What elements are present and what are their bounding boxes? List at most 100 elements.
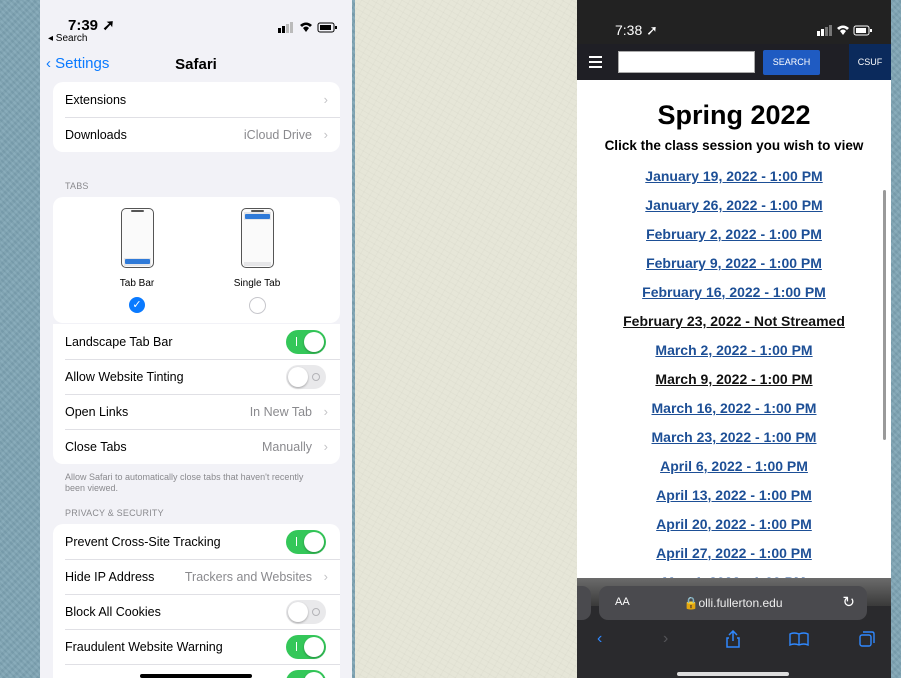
status-bar: 7:38 ➚ xyxy=(577,0,891,44)
hide-ip-address-row[interactable]: Hide IP Address Trackers and Websites › xyxy=(53,559,340,594)
site-search-input[interactable] xyxy=(618,51,755,73)
session-link[interactable]: January 26, 2022 - 1:00 PM xyxy=(577,197,891,213)
home-indicator xyxy=(677,672,789,676)
page-heading: Spring 2022 xyxy=(657,100,811,130)
status-time: 7:39 ➚ xyxy=(68,17,115,34)
tabs-section-header: TABS xyxy=(65,181,89,191)
back-icon[interactable]: ‹ xyxy=(597,630,602,648)
tabs-icon[interactable] xyxy=(859,631,875,647)
home-indicator xyxy=(140,674,252,678)
safari-toolbar: AA 🔒olli.fullerton.edu ↻ ‹ › xyxy=(577,578,891,678)
phone-bottom-panel xyxy=(244,262,271,266)
close-tabs-row[interactable]: Close Tabs Manually › xyxy=(53,429,340,464)
share-icon[interactable] xyxy=(725,630,741,648)
allow-website-tinting-row: Allow Website Tinting xyxy=(53,359,340,394)
tab-layout-picker: Tab Bar Single Tab ✓ xyxy=(53,197,340,323)
row-label: Landscape Tab Bar xyxy=(65,334,173,349)
tab-bar-indicator xyxy=(125,259,150,264)
session-link[interactable]: April 6, 2022 - 1:00 PM xyxy=(577,458,891,474)
toggle-knob xyxy=(288,367,308,387)
row-label: Open Links xyxy=(65,404,129,419)
chevron-right-icon: › xyxy=(323,569,328,584)
chevron-right-icon: › xyxy=(323,439,328,454)
tab-bar-phone-icon[interactable] xyxy=(121,208,154,268)
session-link[interactable]: February 2, 2022 - 1:00 PM xyxy=(577,226,891,242)
session-link[interactable]: March 2, 2022 - 1:00 PM xyxy=(577,342,891,358)
csuf-logo[interactable]: CSUF xyxy=(849,44,891,80)
allow-website-tinting-toggle[interactable] xyxy=(286,365,326,389)
forward-icon[interactable]: › xyxy=(663,630,668,648)
session-link[interactable]: March 16, 2022 - 1:00 PM xyxy=(577,400,891,416)
toggle-on-mark xyxy=(296,537,297,546)
row-value: iCloud Drive xyxy=(243,127,312,142)
site-header: SEARCH CSUF xyxy=(577,44,891,80)
next-setting-toggle[interactable] xyxy=(286,670,326,678)
previous-tab-pill[interactable] xyxy=(577,586,591,620)
session-link[interactable]: April 20, 2022 - 1:00 PM xyxy=(577,516,891,532)
bookmarks-icon[interactable] xyxy=(789,632,809,646)
session-link[interactable]: January 19, 2022 - 1:00 PM xyxy=(577,168,891,184)
session-link[interactable]: April 27, 2022 - 1:00 PM xyxy=(577,545,891,561)
toggle-off-mark xyxy=(312,608,320,616)
tabs-settings-group: Landscape Tab Bar Allow Website Tinting … xyxy=(53,324,340,464)
single-tab-indicator xyxy=(245,214,270,219)
status-icons xyxy=(817,25,872,36)
scrollbar[interactable] xyxy=(883,190,886,440)
row-label: Block All Cookies xyxy=(65,604,161,619)
block-all-cookies-toggle[interactable] xyxy=(286,600,326,624)
reload-icon[interactable]: ↻ xyxy=(842,593,855,611)
privacy-settings-group: Prevent Cross-Site Tracking Hide IP Addr… xyxy=(53,524,340,678)
row-label: Fraudulent Website Warning xyxy=(65,639,223,654)
page-subheading: Click the class session you wish to view xyxy=(604,138,864,153)
row-label: Close Tabs xyxy=(65,439,127,454)
address-bar[interactable]: AA 🔒olli.fullerton.edu ↻ xyxy=(599,586,867,620)
session-link[interactable]: March 23, 2022 - 1:00 PM xyxy=(577,429,891,445)
toggle-knob xyxy=(304,332,324,352)
session-link[interactable]: April 13, 2022 - 1:00 PM xyxy=(577,487,891,503)
row-value: Manually xyxy=(261,439,312,454)
prevent-cross-site-tracking-row: Prevent Cross-Site Tracking xyxy=(53,524,340,559)
chevron-right-icon: › xyxy=(323,127,328,142)
address-url: 🔒olli.fullerton.edu xyxy=(683,596,783,610)
page-title: Safari xyxy=(175,56,217,73)
settings-screen: 7:39 ➚ ◂ Search ‹ Settings Safari Extens… xyxy=(40,0,352,678)
safari-screen: 7:38 ➚ SEARCH CSUF Spring 2022 Click the… xyxy=(577,0,891,678)
privacy-section-header: PRIVACY & SECURITY xyxy=(65,508,164,518)
toggle-on-mark xyxy=(296,337,297,346)
tab-bar-radio-checked-icon[interactable]: ✓ xyxy=(129,297,145,313)
row-value: Trackers and Websites xyxy=(184,569,312,584)
session-link[interactable]: March 9, 2022 - 1:00 PM xyxy=(577,371,891,387)
page-content: Spring 2022 Click the class session you … xyxy=(577,80,891,580)
fraudulent-website-warning-row: Fraudulent Website Warning xyxy=(53,629,340,664)
landscape-tab-bar-toggle[interactable] xyxy=(286,330,326,354)
row-label: Allow Website Tinting xyxy=(65,369,184,384)
row-label: Prevent Cross-Site Tracking xyxy=(65,534,221,549)
single-tab-radio-icon[interactable] xyxy=(249,297,266,314)
block-all-cookies-row: Block All Cookies xyxy=(53,594,340,629)
toggle-on-mark xyxy=(296,642,297,651)
single-tab-phone-icon[interactable] xyxy=(241,208,274,268)
back-to-search-link[interactable]: ◂ Search xyxy=(48,33,87,44)
session-link[interactable]: February 9, 2022 - 1:00 PM xyxy=(577,255,891,271)
toggle-knob xyxy=(304,672,324,678)
landscape-tab-bar-row: Landscape Tab Bar xyxy=(53,324,340,359)
downloads-row[interactable]: Downloads iCloud Drive › xyxy=(53,117,340,152)
tab-bar-option-label: Tab Bar xyxy=(119,278,155,289)
session-link[interactable]: February 16, 2022 - 1:00 PM xyxy=(577,284,891,300)
chevron-right-icon: › xyxy=(323,92,328,107)
toggle-knob xyxy=(288,602,308,622)
extensions-row[interactable]: Extensions › xyxy=(53,82,340,117)
prevent-cross-site-tracking-toggle[interactable] xyxy=(286,530,326,554)
toggle-knob xyxy=(304,637,324,657)
status-bar: 7:39 ➚ ◂ Search xyxy=(40,0,352,48)
row-label: Downloads xyxy=(65,127,127,142)
open-links-row[interactable]: Open Links In New Tab › xyxy=(53,394,340,429)
close-tabs-footnote: Allow Safari to automatically close tabs… xyxy=(65,472,304,493)
chevron-right-icon: › xyxy=(323,404,328,419)
fraudulent-website-warning-toggle[interactable] xyxy=(286,635,326,659)
phone-notch xyxy=(131,210,144,212)
search-button[interactable]: SEARCH xyxy=(763,50,820,75)
top-settings-group: Extensions › Downloads iCloud Drive › xyxy=(53,82,340,152)
session-link[interactable]: February 23, 2022 - Not Streamed xyxy=(577,313,891,329)
hamburger-menu-icon[interactable] xyxy=(589,56,602,68)
